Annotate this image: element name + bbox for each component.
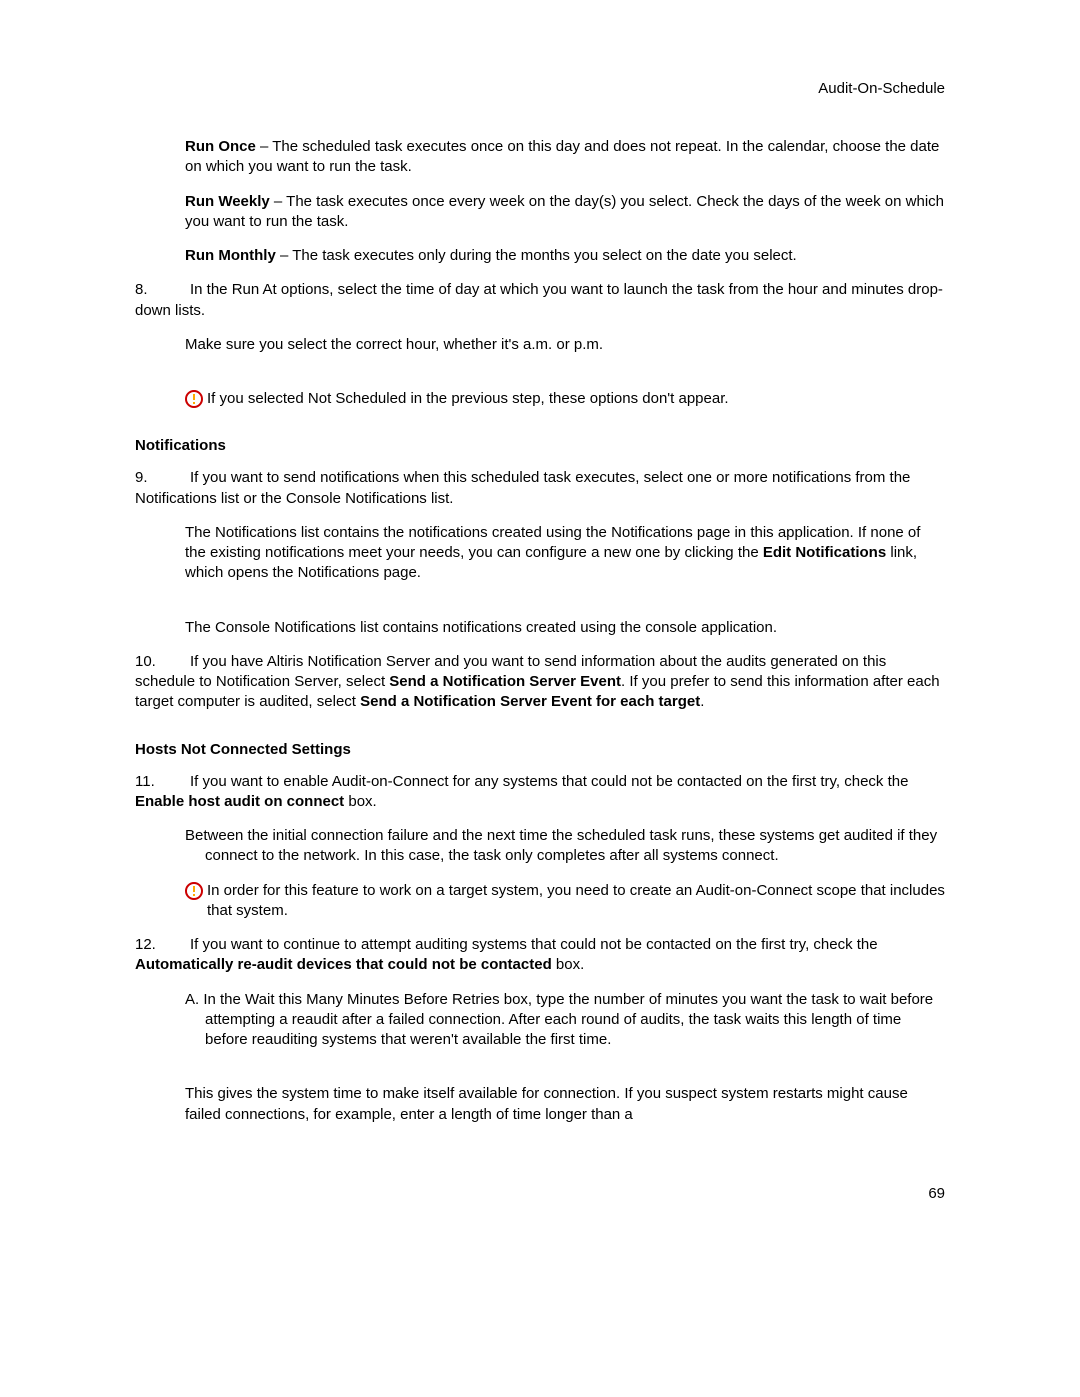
step-11-sub: Between the initial connection failure a… xyxy=(185,826,945,867)
step-11: 11.If you want to enable Audit-on-Connec… xyxy=(135,772,945,813)
step-11-text1: If you want to enable Audit-on-Connect f… xyxy=(190,773,908,790)
step-9-sub1: The Notifications list contains the noti… xyxy=(185,523,945,584)
edit-notifications-bold: Edit Notifications xyxy=(763,544,886,561)
step-10-num: 10. xyxy=(135,652,190,672)
run-monthly-label: Run Monthly xyxy=(185,247,276,264)
step-12-subB: This gives the system time to make itsel… xyxy=(185,1084,945,1125)
page-number: 69 xyxy=(135,1185,945,1202)
run-weekly-text: – The task executes once every week on t… xyxy=(185,193,944,230)
warning-icon xyxy=(185,390,203,408)
warning-icon xyxy=(185,882,203,900)
run-once-text: – The scheduled task executes once on th… xyxy=(185,138,939,175)
step-9-num: 9. xyxy=(135,468,190,488)
step-12-num: 12. xyxy=(135,935,190,955)
run-once-label: Run Once xyxy=(185,138,256,155)
note-1: If you selected Not Scheduled in the pre… xyxy=(185,389,945,409)
step-10-bold2: Send a Notification Server Event for eac… xyxy=(360,693,700,710)
run-weekly-para: Run Weekly – The task executes once ever… xyxy=(185,192,945,233)
step-12: 12.If you want to continue to attempt au… xyxy=(135,935,945,976)
header-title: Audit-On-Schedule xyxy=(818,80,945,97)
page-content: Audit-On-Schedule Run Once – The schedul… xyxy=(0,0,1080,1242)
step-11-text2: box. xyxy=(344,793,377,810)
step-9: 9.If you want to send notifications when… xyxy=(135,468,945,509)
step-8-text: In the Run At options, select the time o… xyxy=(135,281,943,318)
step-8-num: 8. xyxy=(135,280,190,300)
note-2: In order for this feature to work on a t… xyxy=(185,881,945,922)
step-11-num: 11. xyxy=(135,772,190,792)
step-10: 10.If you have Altiris Notification Serv… xyxy=(135,652,945,713)
step-12-text2: box. xyxy=(552,956,585,973)
step-10-bold1: Send a Notification Server Event xyxy=(389,673,621,690)
step-9-sub2: The Console Notifications list contains … xyxy=(185,618,945,638)
run-monthly-text: – The task executes only during the mont… xyxy=(276,247,797,264)
note-2-text: In order for this feature to work on a t… xyxy=(207,881,945,922)
note-1-text: If you selected Not Scheduled in the pre… xyxy=(207,389,729,409)
page-header: Audit-On-Schedule xyxy=(135,80,945,97)
step-8-sub: Make sure you select the correct hour, w… xyxy=(185,335,945,355)
step-12-text1: If you want to continue to attempt audit… xyxy=(190,936,878,953)
step-12-bold: Automatically re-audit devices that coul… xyxy=(135,956,552,973)
step-8: 8.In the Run At options, select the time… xyxy=(135,280,945,321)
run-weekly-label: Run Weekly xyxy=(185,193,270,210)
run-monthly-para: Run Monthly – The task executes only dur… xyxy=(185,246,945,266)
step-9-text: If you want to send notifications when t… xyxy=(135,469,910,506)
step-12-subA: A. In the Wait this Many Minutes Before … xyxy=(185,990,945,1051)
hosts-heading: Hosts Not Connected Settings xyxy=(135,741,945,758)
step-11-bold: Enable host audit on connect xyxy=(135,793,344,810)
notifications-heading: Notifications xyxy=(135,437,945,454)
step-10-text3: . xyxy=(700,693,704,710)
run-once-para: Run Once – The scheduled task executes o… xyxy=(185,137,945,178)
